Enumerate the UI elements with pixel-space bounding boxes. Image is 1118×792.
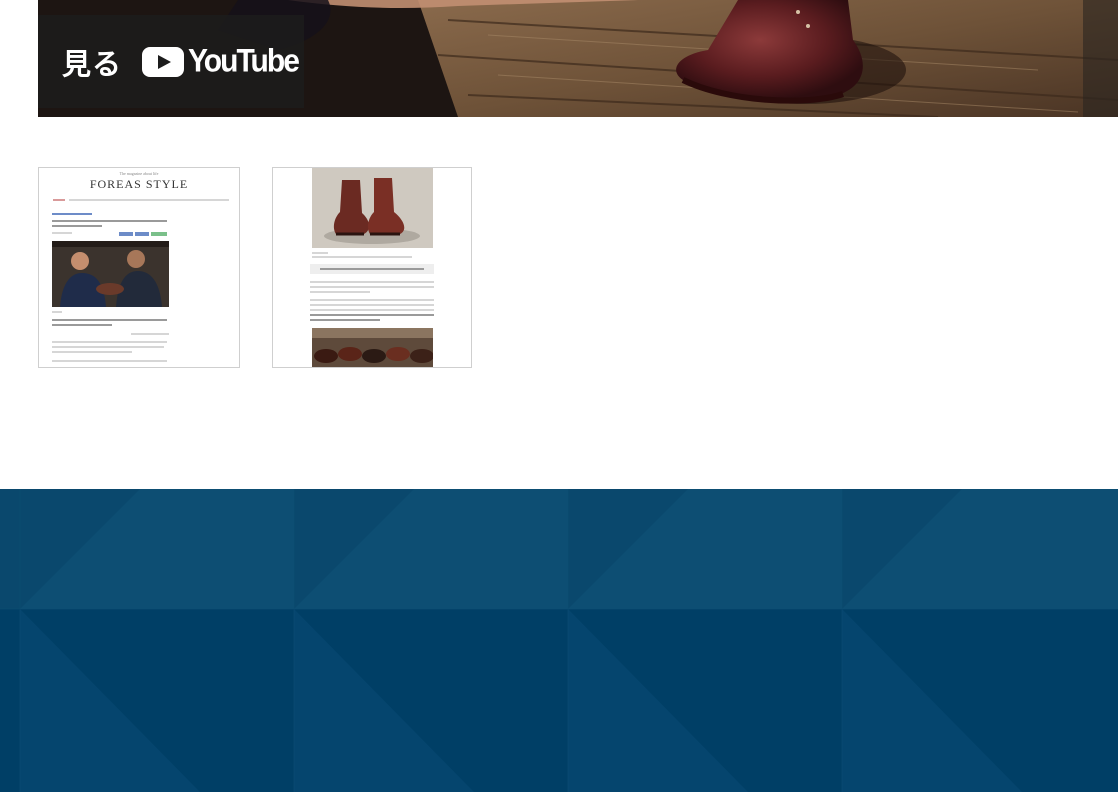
text-line xyxy=(310,299,434,301)
article-photo xyxy=(52,241,169,307)
youtube-wordmark: YouTube xyxy=(188,43,300,79)
thumbnail-site-logo: FOREAS STYLE xyxy=(89,177,189,191)
text-line xyxy=(52,346,164,348)
text-line xyxy=(52,360,167,362)
text-line xyxy=(52,319,167,321)
text-line xyxy=(310,314,434,316)
tag-chip xyxy=(135,232,149,236)
text-line xyxy=(312,256,412,258)
tag-chip xyxy=(151,232,167,236)
text-line xyxy=(320,268,424,270)
article-thumbnail-1[interactable]: The magazine about life FOREAS STYLE xyxy=(38,167,240,368)
watch-label: 見る xyxy=(62,46,123,81)
boots-photo xyxy=(312,168,433,248)
text-line xyxy=(131,333,169,335)
text-line xyxy=(52,311,62,313)
youtube-logo: YouTube xyxy=(142,43,300,79)
nav-text-line xyxy=(53,199,65,201)
text-line xyxy=(52,232,72,234)
text-line xyxy=(310,304,434,306)
page: 見る YouTube The magazine about life FOREA… xyxy=(0,0,1118,792)
tag-chip xyxy=(119,232,133,236)
text-line xyxy=(310,309,434,311)
text-line xyxy=(52,220,167,222)
text-line xyxy=(310,286,434,288)
text-line xyxy=(312,252,328,254)
watch-on-youtube-button[interactable]: 見る YouTube xyxy=(38,15,304,108)
nav-text-line xyxy=(69,199,229,201)
text-line xyxy=(310,291,370,293)
youtube-play-icon xyxy=(142,46,185,77)
text-line xyxy=(52,324,112,326)
thumbnail-tagline: The magazine about life xyxy=(119,171,159,176)
text-line xyxy=(52,225,102,227)
text-line xyxy=(52,213,92,215)
text-line xyxy=(310,319,380,321)
site-footer xyxy=(0,489,1118,792)
video-embed[interactable]: 見る YouTube xyxy=(38,0,1118,117)
shoes-row-photo xyxy=(312,328,433,367)
text-line xyxy=(52,351,132,353)
article-thumbnail-2[interactable] xyxy=(272,167,472,368)
footer-geometric-pattern xyxy=(0,489,1118,792)
text-line xyxy=(52,341,167,343)
text-line xyxy=(310,281,434,283)
